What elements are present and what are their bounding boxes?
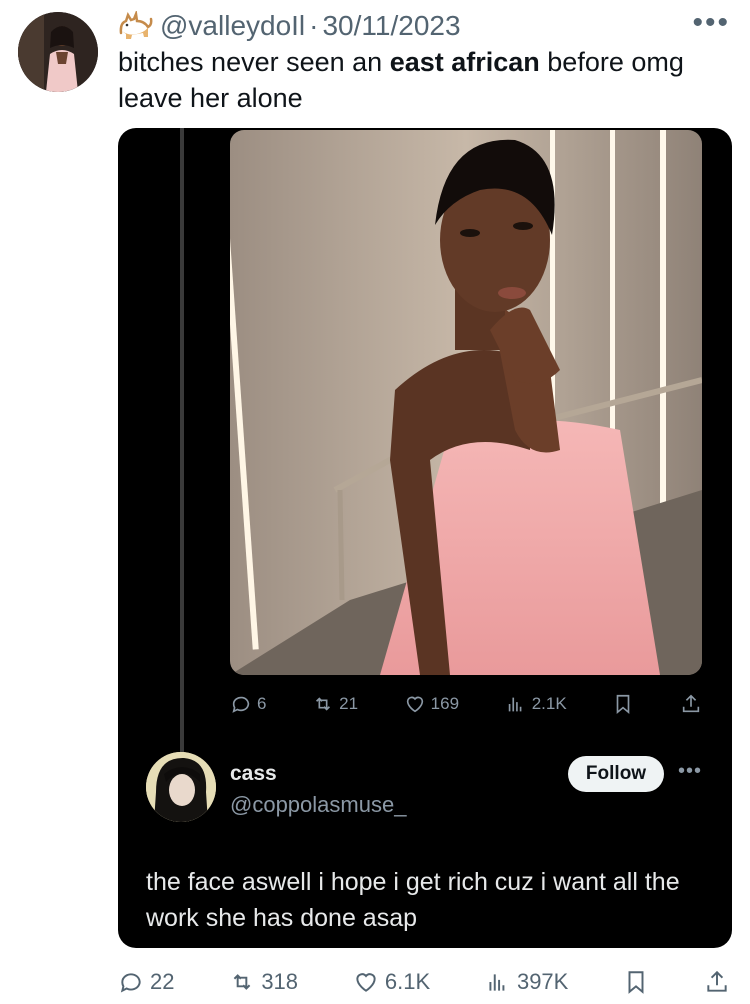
views-icon: [489, 974, 505, 991]
tweet-text-before: bitches never seen an: [118, 47, 390, 77]
header-separator: ·: [309, 10, 319, 41]
tweet-header: @valleydoIl · 30/11/2023 •••: [118, 8, 730, 44]
tweet-text: bitches never seen an east african befor…: [118, 44, 730, 116]
reply-more-icon[interactable]: •••: [678, 760, 702, 783]
reply-display-name[interactable]: cass: [230, 762, 277, 786]
share-icon: [707, 970, 727, 992]
quoted-repost-button[interactable]: 21: [312, 693, 358, 715]
quoted-photo[interactable]: [230, 130, 702, 675]
quoted-like-count: 169: [430, 694, 460, 713]
more-options-icon[interactable]: •••: [692, 8, 730, 38]
reply-icon: [232, 696, 250, 713]
repost-icon: [234, 974, 251, 990]
author-avatar[interactable]: [18, 12, 98, 92]
quoted-reply-button[interactable]: 6: [230, 693, 266, 715]
quoted-like-button[interactable]: 169: [404, 693, 459, 715]
share-button[interactable]: [704, 969, 730, 995]
author-handle[interactable]: @valleydoIl: [160, 10, 305, 42]
repost-button[interactable]: 318: [229, 969, 298, 995]
tweet-actions: 22 318 6.1K 397K: [118, 962, 730, 1002]
embedded-screenshot[interactable]: 6 21 169 2.1K cass @coppolasmuse_ Follow…: [118, 128, 732, 948]
quoted-repost-count: 21: [339, 694, 359, 713]
tweet-date[interactable]: 30/11/2023: [322, 10, 460, 42]
reply-text: the face aswell i hope i get rich cuz i …: [146, 868, 680, 932]
quoted-reply-count: 6: [257, 694, 267, 713]
reply-avatar[interactable]: [146, 752, 216, 822]
view-count: 397K: [516, 969, 569, 994]
tweet-text-bold: east african: [389, 47, 540, 77]
quoted-share-button[interactable]: [680, 693, 702, 715]
quoted-bookmark-button[interactable]: [612, 693, 634, 715]
like-button[interactable]: 6.1K: [353, 969, 430, 995]
views-button[interactable]: 397K: [485, 969, 568, 995]
heart-icon: [406, 696, 423, 713]
bookmark-button[interactable]: [623, 969, 649, 995]
thread-line: [180, 128, 184, 768]
views-icon: [508, 697, 522, 712]
like-count: 6.1K: [384, 969, 431, 994]
heart-icon: [356, 973, 376, 992]
repost-icon: [316, 697, 331, 711]
bookmark-icon: [616, 694, 630, 715]
reply-handle[interactable]: @coppolasmuse_: [230, 792, 406, 818]
reply-button[interactable]: 22: [118, 969, 174, 995]
quoted-views-button[interactable]: 2.1K: [505, 693, 567, 715]
repost-count: 318: [261, 969, 299, 994]
share-icon: [682, 694, 700, 713]
quoted-view-count: 2.1K: [531, 694, 567, 713]
follow-button[interactable]: Follow: [568, 756, 664, 792]
quoted-post-actions: 6 21 169 2.1K: [230, 686, 702, 722]
bookmark-icon: [628, 971, 644, 994]
reply-icon: [120, 973, 141, 993]
cat-emoji-icon: [118, 9, 154, 41]
reply-count: 22: [150, 969, 175, 994]
